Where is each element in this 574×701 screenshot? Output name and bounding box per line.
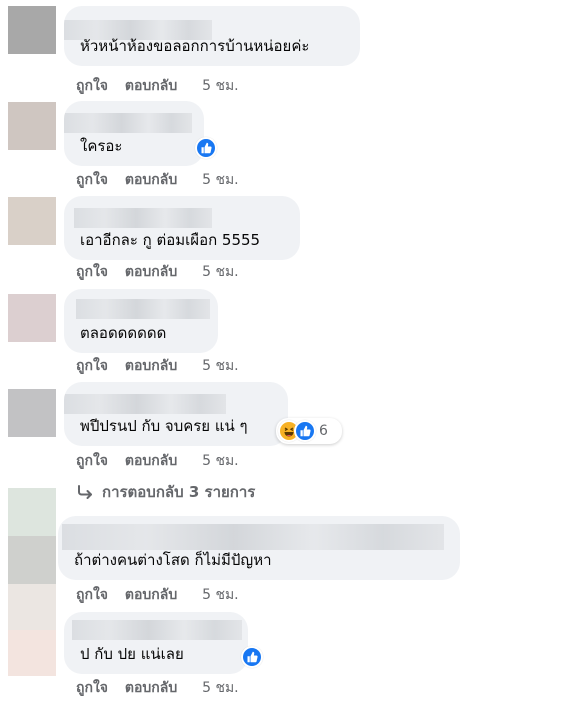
timestamp[interactable]: 5 ชม. bbox=[202, 170, 239, 190]
comment-actions: ถูกใจ ตอบกลับ 5 ชม. bbox=[76, 262, 239, 282]
reply-button[interactable]: ตอบกลับ bbox=[125, 76, 177, 96]
avatar-strip bbox=[8, 630, 56, 676]
comment-actions: ถูกใจ ตอบกลับ 5 ชม. bbox=[76, 170, 239, 190]
author-name-blurred[interactable] bbox=[64, 113, 192, 133]
author-name-blurred[interactable] bbox=[64, 394, 226, 414]
like-button[interactable]: ถูกใจ bbox=[76, 585, 108, 605]
comment-bubble: หัวหน้าห้องขอลอกการบ้านหน่อยค่ะ bbox=[64, 6, 360, 66]
comment-bubble: ป กับ ปย แน่เลย bbox=[64, 612, 248, 674]
like-icon bbox=[241, 646, 263, 668]
avatar[interactable] bbox=[8, 102, 56, 150]
comment-bubble: เอาอีกละ กู ต่อมเผือก 5555 bbox=[64, 196, 300, 260]
comment-actions: ถูกใจ ตอบกลับ 5 ชม. bbox=[76, 678, 239, 698]
view-replies-label: การตอบกลับ 3 รายการ bbox=[102, 483, 256, 501]
like-button[interactable]: ถูกใจ bbox=[76, 356, 108, 376]
reply-button[interactable]: ตอบกลับ bbox=[125, 585, 177, 605]
reply-arrow-icon bbox=[76, 484, 94, 500]
avatar[interactable] bbox=[8, 294, 56, 342]
timestamp[interactable]: 5 ชม. bbox=[202, 678, 239, 698]
like-button[interactable]: ถูกใจ bbox=[76, 262, 108, 282]
avatar[interactable] bbox=[8, 536, 56, 584]
like-icon bbox=[294, 420, 316, 442]
reaction-count: 6 bbox=[319, 423, 328, 439]
comment-text: เอาอีกละ กู ต่อมเผือก 5555 bbox=[80, 231, 261, 249]
reply-button[interactable]: ตอบกลับ bbox=[125, 356, 177, 376]
comment-actions: ถูกใจ ตอบกลับ 5 ชม. bbox=[76, 585, 239, 605]
comment-bubble: ตลอดดดดดด bbox=[64, 289, 218, 353]
timestamp[interactable]: 5 ชม. bbox=[202, 585, 239, 605]
like-button[interactable]: ถูกใจ bbox=[76, 76, 108, 96]
comment-text: ตลอดดดดดด bbox=[80, 324, 167, 342]
comment-actions: ถูกใจ ตอบกลับ 5 ชม. bbox=[76, 76, 239, 96]
author-name-blurred[interactable] bbox=[72, 620, 242, 640]
timestamp[interactable]: 5 ชม. bbox=[202, 76, 239, 96]
author-name-blurred[interactable] bbox=[62, 524, 444, 550]
comment-text: ถ้าต่างคนต่างโสด ก็ไม่มีปัญหา bbox=[74, 551, 272, 569]
author-name-blurred[interactable] bbox=[76, 299, 210, 319]
comment-thread: หัวหน้าห้องขอลอกการบ้านหน่อยค่ะ ถูกใจ ตอ… bbox=[0, 0, 574, 701]
reply-button[interactable]: ตอบกลับ bbox=[125, 262, 177, 282]
comment-text: พปีปรนป กับ จบครย แน่ ๆ bbox=[80, 417, 248, 435]
avatar-strip bbox=[8, 488, 56, 536]
comment-actions: ถูกใจ ตอบกลับ 5 ชม. bbox=[76, 356, 239, 376]
like-button[interactable]: ถูกใจ bbox=[76, 678, 108, 698]
reply-button[interactable]: ตอบกลับ bbox=[125, 451, 177, 471]
avatar[interactable] bbox=[8, 197, 56, 245]
comment-text: ป กับ ปย แน่เลย bbox=[80, 645, 184, 663]
avatar-strip bbox=[8, 584, 56, 630]
comment-bubble: พปีปรนป กับ จบครย แน่ ๆ bbox=[64, 382, 288, 446]
author-name-blurred[interactable] bbox=[74, 208, 212, 228]
view-replies-link[interactable]: การตอบกลับ 3 รายการ bbox=[76, 482, 255, 502]
avatar[interactable] bbox=[8, 6, 56, 54]
timestamp[interactable]: 5 ชม. bbox=[202, 262, 239, 282]
reaction-badge[interactable] bbox=[195, 136, 217, 160]
reply-button[interactable]: ตอบกลับ bbox=[125, 678, 177, 698]
comment-text: หัวหน้าห้องขอลอกการบ้านหน่อยค่ะ bbox=[80, 37, 310, 55]
avatar[interactable] bbox=[8, 389, 56, 437]
timestamp[interactable]: 5 ชม. bbox=[202, 356, 239, 376]
like-icon bbox=[195, 137, 217, 159]
comment-actions: ถูกใจ ตอบกลับ 5 ชม. bbox=[76, 451, 239, 471]
reply-button[interactable]: ตอบกลับ bbox=[125, 170, 177, 190]
reaction-badge[interactable] bbox=[241, 645, 263, 669]
comment-text: ใครอะ bbox=[80, 137, 123, 155]
comment-bubble: ถ้าต่างคนต่างโสด ก็ไม่มีปัญหา bbox=[58, 516, 460, 580]
reaction-badge[interactable]: 6 bbox=[278, 419, 328, 443]
like-button[interactable]: ถูกใจ bbox=[76, 451, 108, 471]
comment-bubble: ใครอะ bbox=[64, 101, 204, 166]
timestamp[interactable]: 5 ชม. bbox=[202, 451, 239, 471]
like-button[interactable]: ถูกใจ bbox=[76, 170, 108, 190]
